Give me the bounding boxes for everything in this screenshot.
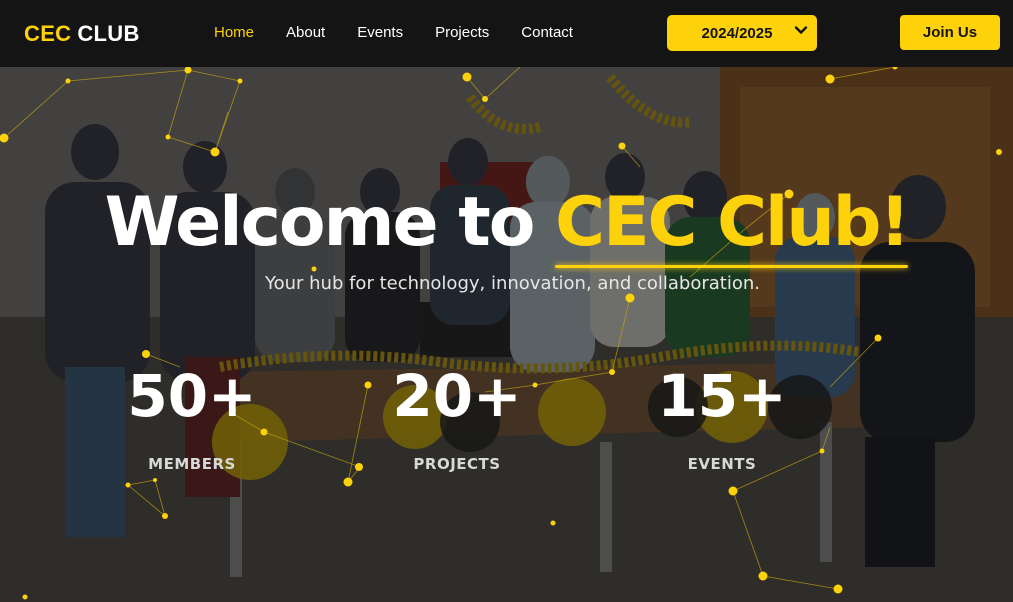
year-select-value: 2024/2025 — [701, 24, 773, 42]
logo-club: CLUB — [77, 21, 140, 46]
nav-link-events[interactable]: Events — [357, 24, 403, 41]
nav-links: Home About Events Projects Contact — [214, 24, 605, 41]
nav-link-about[interactable]: About — [286, 24, 325, 41]
stat-events-label: EVENTS — [687, 455, 757, 473]
logo[interactable]: CEC CLUB — [24, 21, 140, 47]
stat-projects-value: 20+ — [392, 362, 522, 430]
hero-title-prefix: Welcome to — [104, 183, 536, 262]
join-us-button[interactable]: Join Us — [900, 15, 1000, 50]
stat-members-value: 50+ — [127, 362, 257, 430]
stat-projects: 20+ PROJECTS — [367, 367, 547, 473]
year-select[interactable]: 2024/2025 — [667, 15, 817, 51]
logo-cec: CEC — [24, 21, 72, 46]
hero-title-highlight: CEC Club! — [555, 183, 910, 262]
chevron-down-icon — [794, 26, 808, 34]
hero-section: Welcome to CEC Club! Your hub for techno… — [0, 67, 1013, 602]
nav-link-contact[interactable]: Contact — [521, 24, 573, 41]
nav-link-projects[interactable]: Projects — [435, 24, 489, 41]
stat-members: 50+ MEMBERS — [102, 367, 282, 473]
stat-projects-label: PROJECTS — [413, 455, 501, 473]
stat-events: 15+ EVENTS — [632, 367, 812, 473]
hero-title: Welcome to CEC Club! — [0, 183, 1013, 262]
stat-events-value: 15+ — [657, 362, 787, 430]
nav-link-home[interactable]: Home — [214, 24, 254, 41]
stat-members-label: MEMBERS — [148, 455, 236, 473]
navbar: CEC CLUB Home About Events Projects Conta… — [0, 0, 1013, 67]
hero-subtitle: Your hub for technology, innovation, and… — [264, 273, 760, 294]
particle-network — [0, 67, 1002, 600]
